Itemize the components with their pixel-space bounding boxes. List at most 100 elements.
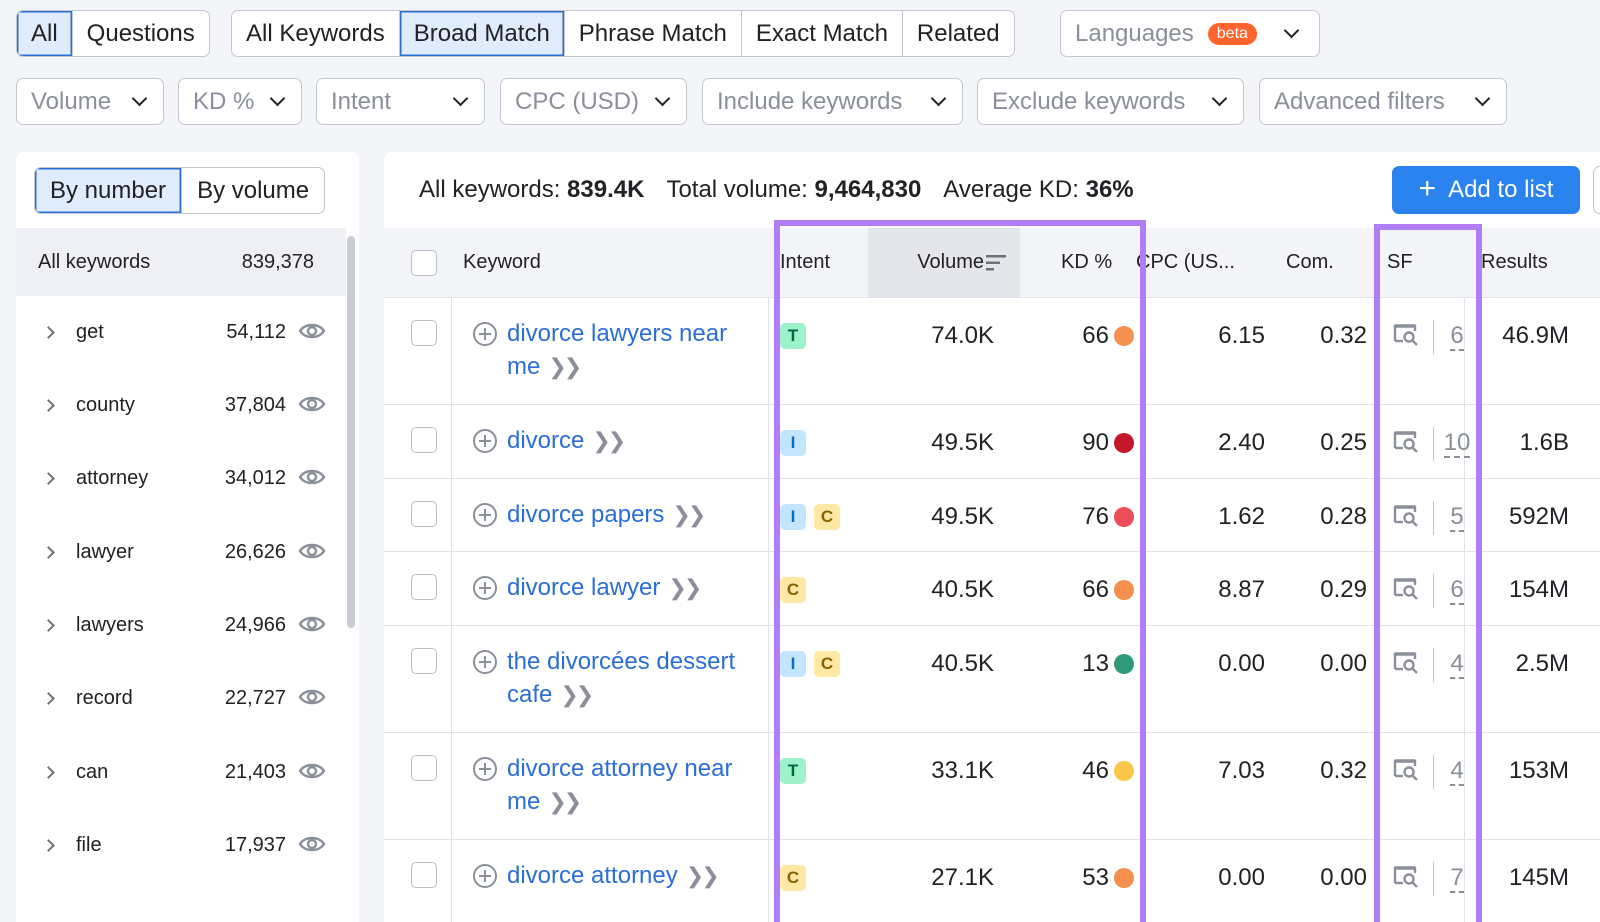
add-keyword-icon[interactable] bbox=[473, 864, 497, 888]
all-keywords-group[interactable]: All keywords 839,378 bbox=[16, 228, 346, 296]
double-chevron-icon[interactable]: ❯❯ bbox=[668, 575, 702, 600]
by-volume-button[interactable]: By volume bbox=[182, 168, 324, 213]
chevron-right-icon[interactable] bbox=[42, 691, 55, 705]
eye-icon[interactable] bbox=[298, 687, 326, 713]
add-keyword-icon[interactable] bbox=[473, 322, 497, 346]
keyword-link[interactable]: divorce lawyer ❯❯ bbox=[507, 571, 769, 604]
all-button[interactable]: All bbox=[17, 11, 73, 56]
languages-dropdown[interactable]: Languages beta bbox=[1060, 10, 1320, 57]
intent-filter[interactable]: Intent bbox=[316, 78, 485, 125]
chevron-right-icon[interactable] bbox=[42, 765, 55, 779]
row-checkbox[interactable] bbox=[411, 648, 437, 674]
add-keyword-icon[interactable] bbox=[473, 429, 497, 453]
advanced-filter-label: Advanced filters bbox=[1274, 87, 1445, 115]
sidebar-group-record[interactable]: record 22,727 bbox=[16, 678, 346, 718]
double-chevron-icon[interactable]: ❯❯ bbox=[560, 682, 594, 707]
double-chevron-icon[interactable]: ❯❯ bbox=[686, 863, 720, 888]
competition-value: 0.00 bbox=[1320, 864, 1367, 891]
advanced-filters[interactable]: Advanced filters bbox=[1259, 78, 1507, 125]
keyword-link[interactable]: divorce ❯❯ bbox=[507, 424, 769, 457]
chevron-right-icon[interactable] bbox=[42, 471, 55, 485]
chevron-right-icon[interactable] bbox=[42, 545, 55, 559]
cpc-filter[interactable]: CPC (USD) bbox=[500, 78, 687, 125]
eye-icon[interactable] bbox=[298, 761, 326, 787]
row-checkbox[interactable] bbox=[411, 862, 437, 888]
include-keywords-filter[interactable]: Include keywords bbox=[702, 78, 963, 125]
sidebar-group-county[interactable]: county 37,804 bbox=[16, 385, 346, 425]
chevron-right-icon[interactable] bbox=[42, 618, 55, 632]
row-checkbox[interactable] bbox=[411, 320, 437, 346]
keyword-link[interactable]: divorce attorney near me ❯❯ bbox=[507, 752, 769, 818]
eye-icon[interactable] bbox=[298, 321, 326, 347]
row-checkbox[interactable] bbox=[411, 755, 437, 781]
row-checkbox[interactable] bbox=[411, 501, 437, 527]
eye-icon[interactable] bbox=[298, 394, 326, 420]
tab-exact-match[interactable]: Exact Match bbox=[742, 11, 903, 56]
sidebar-scrollbar[interactable] bbox=[347, 236, 355, 628]
row-checkbox[interactable] bbox=[411, 574, 437, 600]
sidebar-group-attorney[interactable]: attorney 34,012 bbox=[16, 458, 346, 498]
tab-broad-match[interactable]: Broad Match bbox=[399, 11, 565, 56]
sidebar-group-file[interactable]: file 17,937 bbox=[16, 825, 346, 865]
competition-value: 0.00 bbox=[1320, 650, 1367, 677]
languages-label: Languages bbox=[1075, 19, 1194, 47]
competition-value: 0.29 bbox=[1320, 576, 1367, 603]
double-chevron-icon[interactable]: ❯❯ bbox=[672, 502, 706, 527]
eye-icon[interactable] bbox=[298, 541, 326, 567]
tab-all-keywords[interactable]: All Keywords bbox=[232, 11, 400, 56]
keyword-link[interactable]: divorce lawyers near me ❯❯ bbox=[507, 317, 769, 383]
sidebar-group-lawyer[interactable]: lawyer 26,626 bbox=[16, 532, 346, 572]
cpc-column-header[interactable]: CPC (US... bbox=[1136, 228, 1235, 297]
com-column-header[interactable]: Com. bbox=[1286, 228, 1334, 297]
plus-icon: + bbox=[1418, 171, 1437, 205]
tab-phrase-match[interactable]: Phrase Match bbox=[565, 11, 742, 56]
average-kd-summary: Average KD: 36% bbox=[943, 176, 1134, 203]
keyword-link[interactable]: divorce attorney ❯❯ bbox=[507, 859, 769, 892]
group-count: 22,727 bbox=[224, 686, 286, 709]
cpc-value: 0.00 bbox=[1218, 864, 1265, 891]
add-keyword-icon[interactable] bbox=[473, 757, 497, 781]
kd-filter[interactable]: KD % bbox=[178, 78, 302, 125]
exclude-keywords-filter[interactable]: Exclude keywords bbox=[977, 78, 1244, 125]
add-keyword-icon[interactable] bbox=[473, 650, 497, 674]
tab-related[interactable]: Related bbox=[903, 11, 1014, 56]
group-count: 54,112 bbox=[226, 320, 286, 343]
eye-icon[interactable] bbox=[298, 614, 326, 640]
results-column-header[interactable]: Results bbox=[1481, 228, 1548, 297]
cpc-value: 0.00 bbox=[1218, 650, 1265, 677]
sidebar-group-can[interactable]: can 21,403 bbox=[16, 752, 346, 792]
volume-filter[interactable]: Volume bbox=[16, 78, 164, 125]
row-checkbox[interactable] bbox=[411, 427, 437, 453]
double-chevron-icon[interactable]: ❯❯ bbox=[548, 789, 582, 814]
exclude-filter-label: Exclude keywords bbox=[992, 87, 1186, 115]
eye-icon[interactable] bbox=[298, 834, 326, 860]
add-to-list-button[interactable]: + Add to list bbox=[1392, 166, 1580, 214]
questions-button[interactable]: Questions bbox=[73, 11, 209, 56]
by-number-button[interactable]: By number bbox=[35, 168, 183, 213]
keyword-link[interactable]: divorce papers ❯❯ bbox=[507, 498, 769, 531]
add-to-list-label: Add to list bbox=[1448, 176, 1554, 203]
keyword-column-header[interactable]: Keyword bbox=[463, 228, 541, 297]
competition-value: 0.28 bbox=[1320, 503, 1367, 530]
all-keywords-count: 839,378 bbox=[241, 250, 314, 273]
results-value: 592M bbox=[1508, 503, 1569, 530]
select-all-checkbox[interactable] bbox=[411, 250, 437, 276]
double-chevron-icon[interactable]: ❯❯ bbox=[592, 428, 626, 453]
keyword-link[interactable]: the divorcées dessert cafe ❯❯ bbox=[507, 645, 769, 711]
cpc-value: 7.03 bbox=[1218, 757, 1265, 784]
double-chevron-icon[interactable]: ❯❯ bbox=[548, 354, 582, 379]
sidebar-group-lawyers[interactable]: lawyers 24,966 bbox=[16, 605, 346, 645]
include-filter-label: Include keywords bbox=[717, 87, 903, 115]
more-actions-button[interactable] bbox=[1593, 166, 1600, 214]
group-word: attorney bbox=[76, 466, 149, 489]
chevron-right-icon[interactable] bbox=[42, 838, 55, 852]
chevron-right-icon[interactable] bbox=[42, 325, 55, 339]
eye-icon[interactable] bbox=[298, 467, 326, 493]
keywords-table-panel: All keywords: 839.4K Total volume: 9,464… bbox=[384, 152, 1600, 922]
group-count: 26,626 bbox=[224, 540, 286, 563]
chevron-right-icon[interactable] bbox=[42, 398, 55, 412]
add-keyword-icon[interactable] bbox=[473, 576, 497, 600]
add-keyword-icon[interactable] bbox=[473, 503, 497, 527]
sidebar-group-get[interactable]: get 54,112 bbox=[16, 312, 346, 352]
chevron-down-icon bbox=[452, 90, 469, 107]
